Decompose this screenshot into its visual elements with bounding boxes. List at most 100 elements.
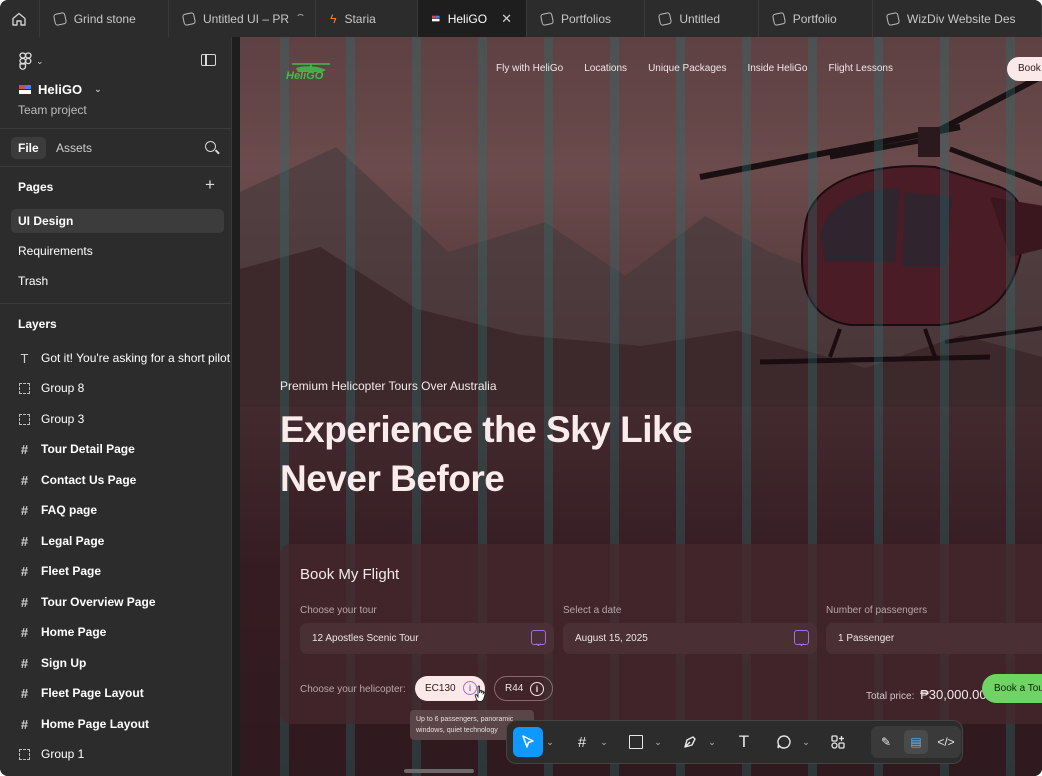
frame-icon: #	[20, 624, 29, 640]
tab-portfolio[interactable]: Portfolio	[759, 0, 874, 37]
tab-heligo[interactable]: HeliGO ✕	[417, 0, 527, 37]
draw-mode-icon[interactable]: ✎	[874, 730, 898, 754]
close-tab-icon[interactable]: ✕	[501, 11, 512, 27]
loading-spinner-icon	[296, 14, 306, 23]
layer-label: Fleet Page Layout	[41, 686, 144, 700]
frame-icon: #	[577, 733, 587, 751]
heligo-logo-icon	[19, 85, 31, 94]
tab-label: Portfolio	[792, 11, 837, 26]
layer-item[interactable]: # Home Page	[18, 621, 232, 643]
home-tab[interactable]	[0, 0, 40, 37]
tab-label: WizDiv Website Des	[907, 11, 1016, 26]
frame-icon: #	[20, 472, 29, 488]
tab-wizdiv[interactable]: WizDiv Website Des	[873, 0, 1042, 37]
frame-icon: #	[20, 441, 29, 457]
frame-icon: #	[20, 716, 29, 732]
page-item-trash[interactable]: Trash	[11, 269, 224, 293]
figma-file-icon	[885, 11, 901, 26]
tab-staria[interactable]: ϟ Staria	[316, 0, 418, 37]
passengers-select[interactable]: 1 Passenger	[826, 623, 1042, 654]
layer-item[interactable]: Group 3	[18, 408, 232, 430]
tab-untitled[interactable]: Untitled	[645, 0, 759, 37]
chevron-down-icon: ⌄	[36, 55, 44, 66]
date-label: Select a date	[563, 605, 622, 616]
layer-item[interactable]: Group 1	[18, 743, 232, 765]
frame-icon: #	[20, 502, 29, 518]
booking-card: Book My Flight Choose your tour 12 Apost…	[280, 544, 1042, 724]
total-value: ₱30,000.00	[920, 687, 987, 702]
layer-item[interactable]: # Contact Us Page	[18, 469, 232, 491]
nav-link[interactable]: Locations	[584, 63, 627, 74]
text-tool-button[interactable]: T	[729, 727, 759, 757]
nav-book-button[interactable]: Book	[1007, 57, 1042, 81]
design-mode-icon[interactable]: ▤	[904, 730, 928, 754]
layer-item[interactable]: Group 8	[18, 377, 232, 399]
chevron-down-icon[interactable]: ⌄	[597, 737, 611, 748]
layer-item[interactable]: # Tour Overview Page	[18, 591, 232, 613]
dropdown-icon	[531, 628, 546, 659]
layer-item[interactable]: # Fleet Page	[18, 560, 232, 582]
design-canvas[interactable]: HeliGO Fly with HeliGo Locations Unique …	[233, 37, 1042, 776]
tour-select[interactable]: 12 Apostles Scenic Tour	[300, 623, 554, 659]
pen-tool-button[interactable]	[675, 727, 705, 757]
info-icon[interactable]: i	[530, 682, 544, 696]
chevron-down-icon[interactable]: ⌄	[799, 737, 813, 748]
layer-label: Group 1	[41, 747, 85, 761]
helicopter-option-r44[interactable]: R44 i	[494, 676, 553, 701]
nav-link[interactable]: Fly with HeliGo	[496, 63, 563, 74]
frame-tool-button[interactable]: #	[567, 727, 597, 757]
home-icon	[12, 12, 27, 26]
tab-portfolios[interactable]: Portfolios	[527, 0, 646, 37]
chevron-down-icon[interactable]: ⌄	[705, 737, 719, 748]
layer-item[interactable]: # Legal Page	[18, 530, 232, 552]
move-cursor-icon	[522, 735, 534, 748]
layer-item[interactable]: # Home Page Layout	[18, 713, 232, 735]
tab-file[interactable]: File	[11, 137, 46, 159]
layer-label: Got it! You're asking for a short pilot …	[41, 351, 232, 365]
heligo-logo-icon	[431, 15, 440, 22]
comment-tool-button[interactable]	[769, 727, 799, 757]
bottom-toolbar: ⌄ # ⌄ ⌄ ⌄ T ⌄ ✎ ▤ </>	[506, 720, 963, 764]
tab-grind-stone[interactable]: Grind stone	[40, 0, 169, 37]
chevron-down-icon[interactable]: ⌄	[543, 737, 557, 748]
project-switcher[interactable]: HeliGO ⌄	[19, 82, 102, 97]
dev-mode-icon[interactable]: </>	[934, 730, 958, 754]
panel-toggle-icon[interactable]	[201, 54, 216, 66]
layer-item[interactable]: # FAQ page	[18, 499, 232, 521]
figma-file-icon	[658, 11, 673, 26]
layer-label: Fleet Page	[41, 564, 102, 578]
layer-item[interactable]: # Fleet Page Layout	[18, 682, 232, 704]
layer-item[interactable]: # Tour Detail Page	[18, 438, 232, 460]
date-picker[interactable]: August 15, 2025	[563, 623, 817, 659]
left-sidebar: ⌄ HeliGO ⌄ Team project File Assets Page…	[0, 37, 232, 776]
text-icon: T	[20, 350, 29, 366]
move-tool-button[interactable]	[513, 727, 543, 757]
tab-untitled-ui[interactable]: Untitled UI – PR	[169, 0, 317, 37]
hero-frame[interactable]: HeliGO Fly with HeliGo Locations Unique …	[240, 37, 1042, 776]
figma-file-icon	[181, 11, 197, 26]
hero-subtitle: Premium Helicopter Tours Over Australia	[280, 379, 497, 393]
layer-item[interactable]: T Got it! You're asking for a short pilo…	[18, 347, 232, 369]
tab-assets[interactable]: Assets	[56, 137, 92, 159]
mode-switcher: ✎ ▤ </>	[871, 726, 961, 758]
tab-bar: Grind stone Untitled UI – PR ϟ Staria He…	[0, 0, 1042, 37]
book-tour-button[interactable]: Book a Tour	[982, 674, 1042, 703]
frame-icon: #	[20, 563, 29, 579]
actions-tool-button[interactable]	[823, 727, 853, 757]
main-menu-button[interactable]: ⌄	[19, 52, 44, 70]
nav-link[interactable]: Unique Packages	[648, 63, 726, 74]
pen-icon	[684, 736, 696, 748]
search-icon[interactable]	[205, 141, 216, 152]
page-item-requirements[interactable]: Requirements	[11, 239, 224, 263]
rectangle-tool-button[interactable]	[621, 727, 651, 757]
hero-title: Experience the Sky Like Never Before	[280, 405, 800, 503]
hand-cursor-icon	[474, 685, 486, 702]
chevron-down-icon[interactable]: ⌄	[651, 737, 665, 748]
nav-link[interactable]: Inside HeliGo	[747, 63, 807, 74]
page-item-ui-design[interactable]: UI Design	[11, 209, 224, 233]
actions-grid-icon	[831, 735, 845, 749]
chip-label: R44	[505, 683, 524, 694]
add-page-icon[interactable]: +	[205, 176, 215, 193]
layer-item[interactable]: # Sign Up	[18, 652, 232, 674]
nav-link[interactable]: Flight Lessons	[828, 63, 892, 74]
